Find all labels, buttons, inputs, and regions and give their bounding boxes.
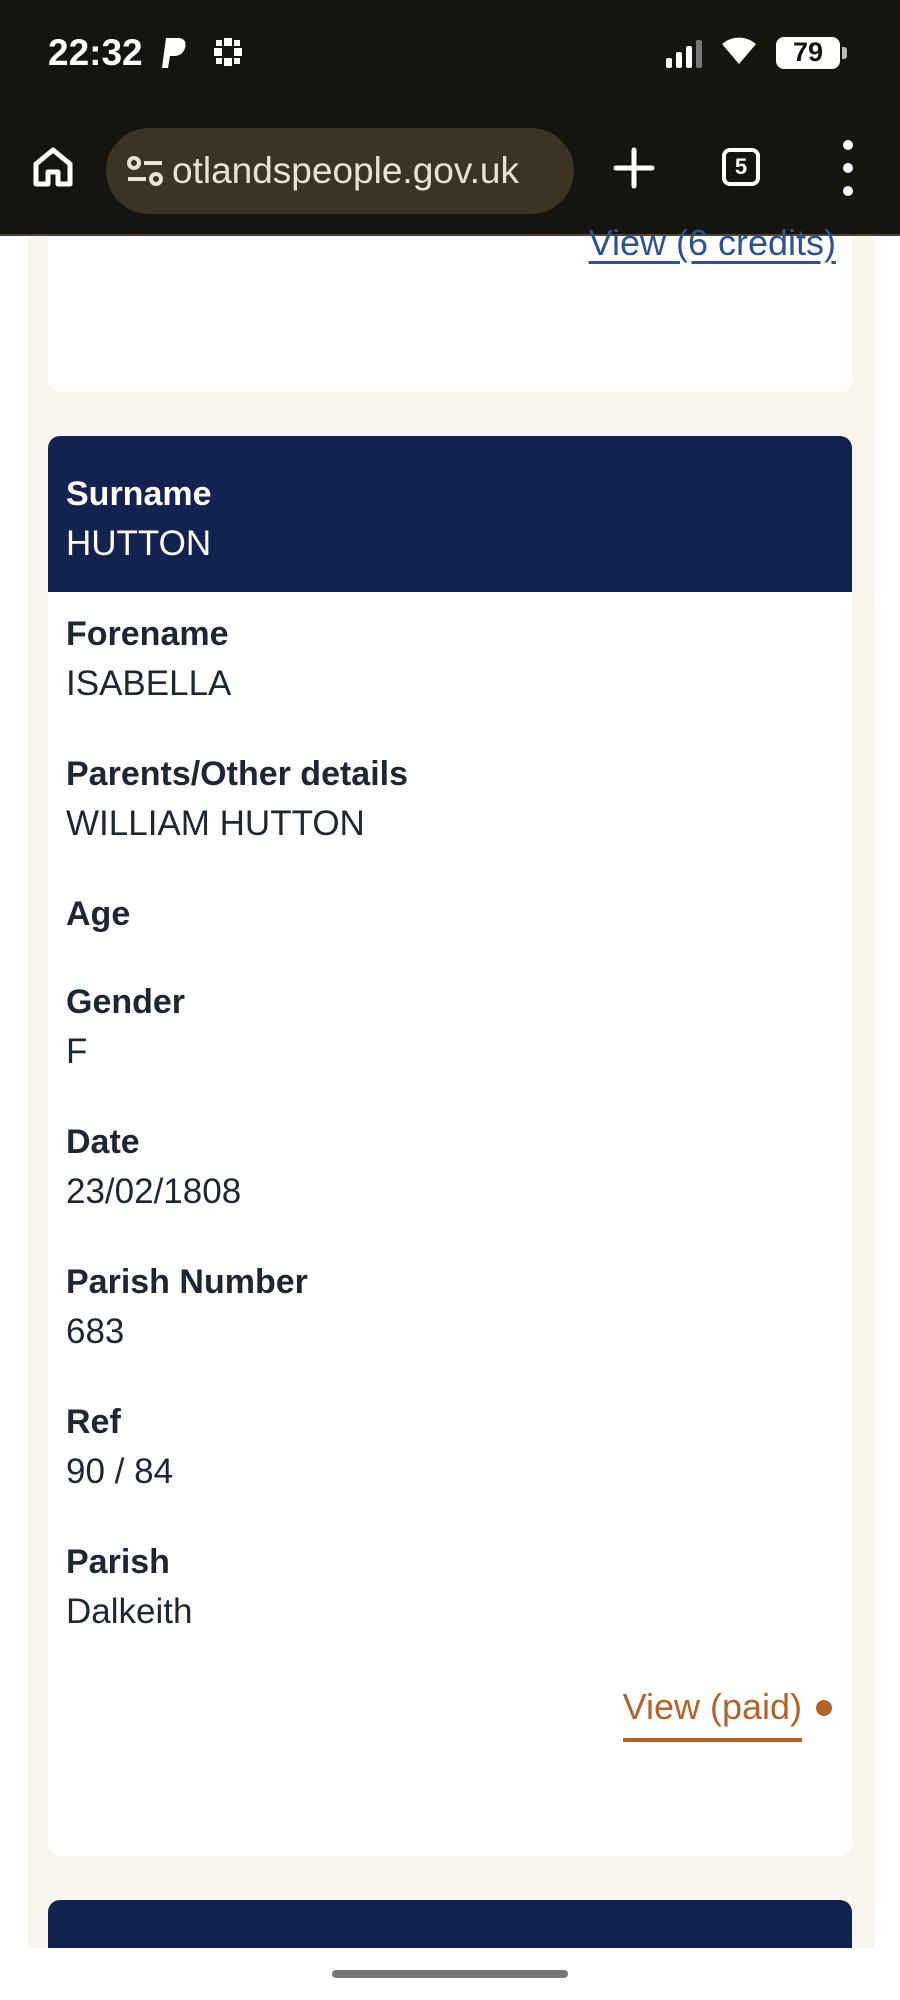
parish-number-value: 683 [66, 1312, 125, 1351]
parents-label: Parents/Other details [66, 755, 409, 793]
parish-value: Dalkeith [66, 1592, 193, 1631]
parish-number-label: Parish Number [66, 1263, 308, 1301]
paypal-icon [160, 36, 190, 78]
surname-label: Surname [66, 475, 212, 513]
surname-value: HUTTON [66, 524, 212, 563]
more-menu-icon[interactable] [838, 140, 858, 196]
bank-app-icon [212, 36, 244, 76]
date-label: Date [66, 1123, 140, 1161]
date-field: Date 23/02/1808 [66, 1122, 834, 1262]
ref-value: 90 / 84 [66, 1452, 174, 1491]
ref-label: Ref [66, 1403, 121, 1441]
gender-label: Gender [66, 983, 186, 1021]
forename-label: Forename [66, 615, 229, 653]
gender-value: F [66, 1032, 88, 1071]
next-record-header [48, 1900, 852, 1948]
parish-number-field: Parish Number 683 [66, 1262, 834, 1402]
address-bar[interactable]: otlandspeople.gov.uk [106, 128, 574, 214]
signal-icon [666, 38, 702, 68]
status-time: 22:32 [48, 32, 143, 73]
tabs-icon[interactable]: 5 [722, 148, 760, 186]
home-icon[interactable] [28, 142, 78, 192]
wifi-icon [718, 34, 760, 71]
browser-toolbar: otlandspeople.gov.uk 5 [0, 112, 900, 236]
age-field: Age [66, 894, 834, 982]
view-credits-link[interactable]: View (6 credits) [589, 222, 836, 264]
ref-field: Ref 90 / 84 [66, 1402, 834, 1542]
forename-value: ISABELLA [66, 664, 232, 703]
parents-field: Parents/Other details WILLIAM HUTTON [66, 754, 834, 894]
record-card: Surname HUTTON Forename ISABELLA Parents… [48, 436, 852, 1856]
battery-icon: 79 [776, 36, 847, 69]
date-value: 23/02/1808 [66, 1172, 242, 1211]
record-header: Surname HUTTON [48, 436, 852, 592]
record-fields: Forename ISABELLA Parents/Other details … [48, 592, 852, 1682]
view-paid-link[interactable]: View (paid) [622, 1686, 802, 1742]
home-indicator[interactable] [332, 1970, 568, 1978]
paid-indicator-dot [816, 1700, 832, 1716]
parish-label: Parish [66, 1543, 170, 1581]
status-bar: 22:32 79 [0, 0, 900, 112]
new-tab-plus-icon[interactable] [608, 142, 660, 194]
age-label: Age [66, 895, 131, 933]
url-text: otlandspeople.gov.uk [172, 150, 519, 191]
parents-value: WILLIAM HUTTON [66, 804, 365, 843]
view-paid-container: View (paid) [622, 1686, 832, 1742]
parish-field: Parish Dalkeith [66, 1542, 834, 1682]
battery-level: 79 [792, 37, 824, 67]
site-settings-icon[interactable] [122, 148, 168, 194]
forename-field: Forename ISABELLA [66, 614, 834, 754]
tab-count: 5 [734, 154, 748, 179]
gender-field: Gender F [66, 982, 834, 1122]
